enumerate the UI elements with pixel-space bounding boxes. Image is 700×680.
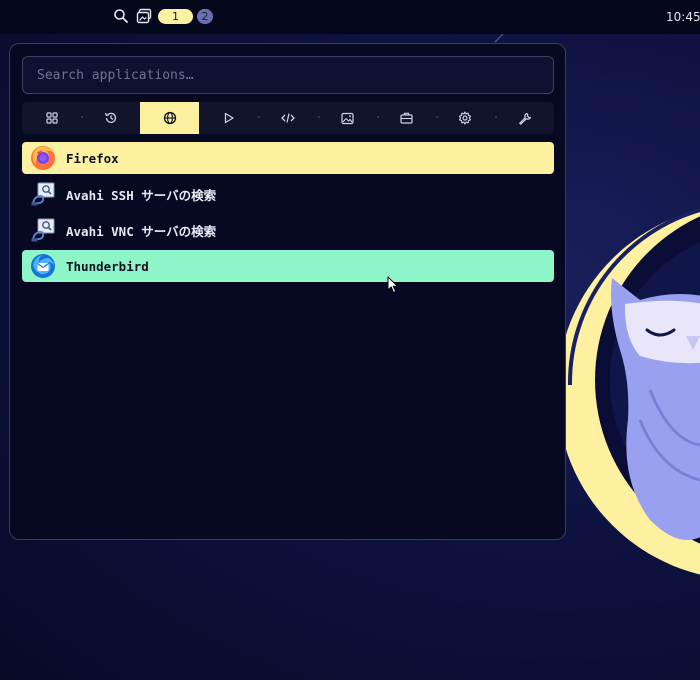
app-item-thunderbird[interactable]: Thunderbird: [22, 250, 554, 282]
wallpaper-stroke: [494, 33, 504, 43]
thunderbird-icon: [31, 254, 55, 278]
app-label: Avahi VNC サーバの検索: [66, 223, 217, 239]
workspace-1[interactable]: 1: [158, 9, 193, 24]
category-settings[interactable]: [435, 102, 495, 134]
category-all-apps[interactable]: [22, 102, 81, 134]
firefox-icon: [31, 146, 55, 170]
app-item-avahi-ssh[interactable]: Avahi SSH サーバの検索: [22, 178, 554, 210]
grid-icon: [45, 112, 58, 124]
overview-icon[interactable]: [136, 8, 152, 24]
app-label: Thunderbird: [66, 258, 149, 274]
search-box: [22, 56, 554, 94]
app-launcher: Firefox Avahi SSH サーバの検索 Avahi VNC サーバの検…: [9, 43, 566, 540]
search-icon[interactable]: [113, 8, 129, 24]
top-bar: 1 2 10:45: [0, 0, 700, 34]
category-internet[interactable]: [140, 102, 200, 134]
gear-icon: [459, 111, 472, 125]
briefcase-icon: [400, 112, 413, 124]
category-utilities[interactable]: [494, 102, 554, 134]
avahi-ssh-icon: [31, 182, 55, 206]
app-label: Firefox: [66, 150, 119, 166]
moon: [557, 209, 700, 575]
category-graphics[interactable]: [317, 102, 377, 134]
avahi-vnc-icon: [31, 218, 55, 242]
owl: [611, 278, 700, 540]
app-label: Avahi SSH サーバの検索: [66, 187, 217, 203]
app-item-firefox[interactable]: Firefox: [22, 142, 554, 174]
image-icon: [340, 112, 354, 124]
search-input[interactable]: [23, 57, 553, 93]
clock[interactable]: 10:45: [666, 10, 700, 24]
category-multimedia[interactable]: [199, 102, 258, 134]
category-development[interactable]: [258, 102, 317, 134]
moon-arc: [567, 208, 700, 386]
globe-icon: [163, 111, 176, 125]
category-recent[interactable]: [81, 102, 140, 134]
mouse-cursor-icon: [387, 276, 398, 293]
code-icon: [281, 113, 295, 123]
category-office[interactable]: [376, 102, 436, 134]
wrench-icon: [519, 112, 531, 125]
app-list: Firefox Avahi SSH サーバの検索 Avahi VNC サーバの検…: [22, 142, 554, 286]
workspace-2[interactable]: 2: [197, 9, 213, 24]
owl-backdrop: [610, 242, 700, 518]
app-item-avahi-vnc[interactable]: Avahi VNC サーバの検索: [22, 214, 554, 246]
history-icon: [104, 112, 116, 123]
category-bar: [22, 102, 554, 134]
moon-shadow: [595, 216, 700, 544]
play-icon: [224, 112, 234, 124]
